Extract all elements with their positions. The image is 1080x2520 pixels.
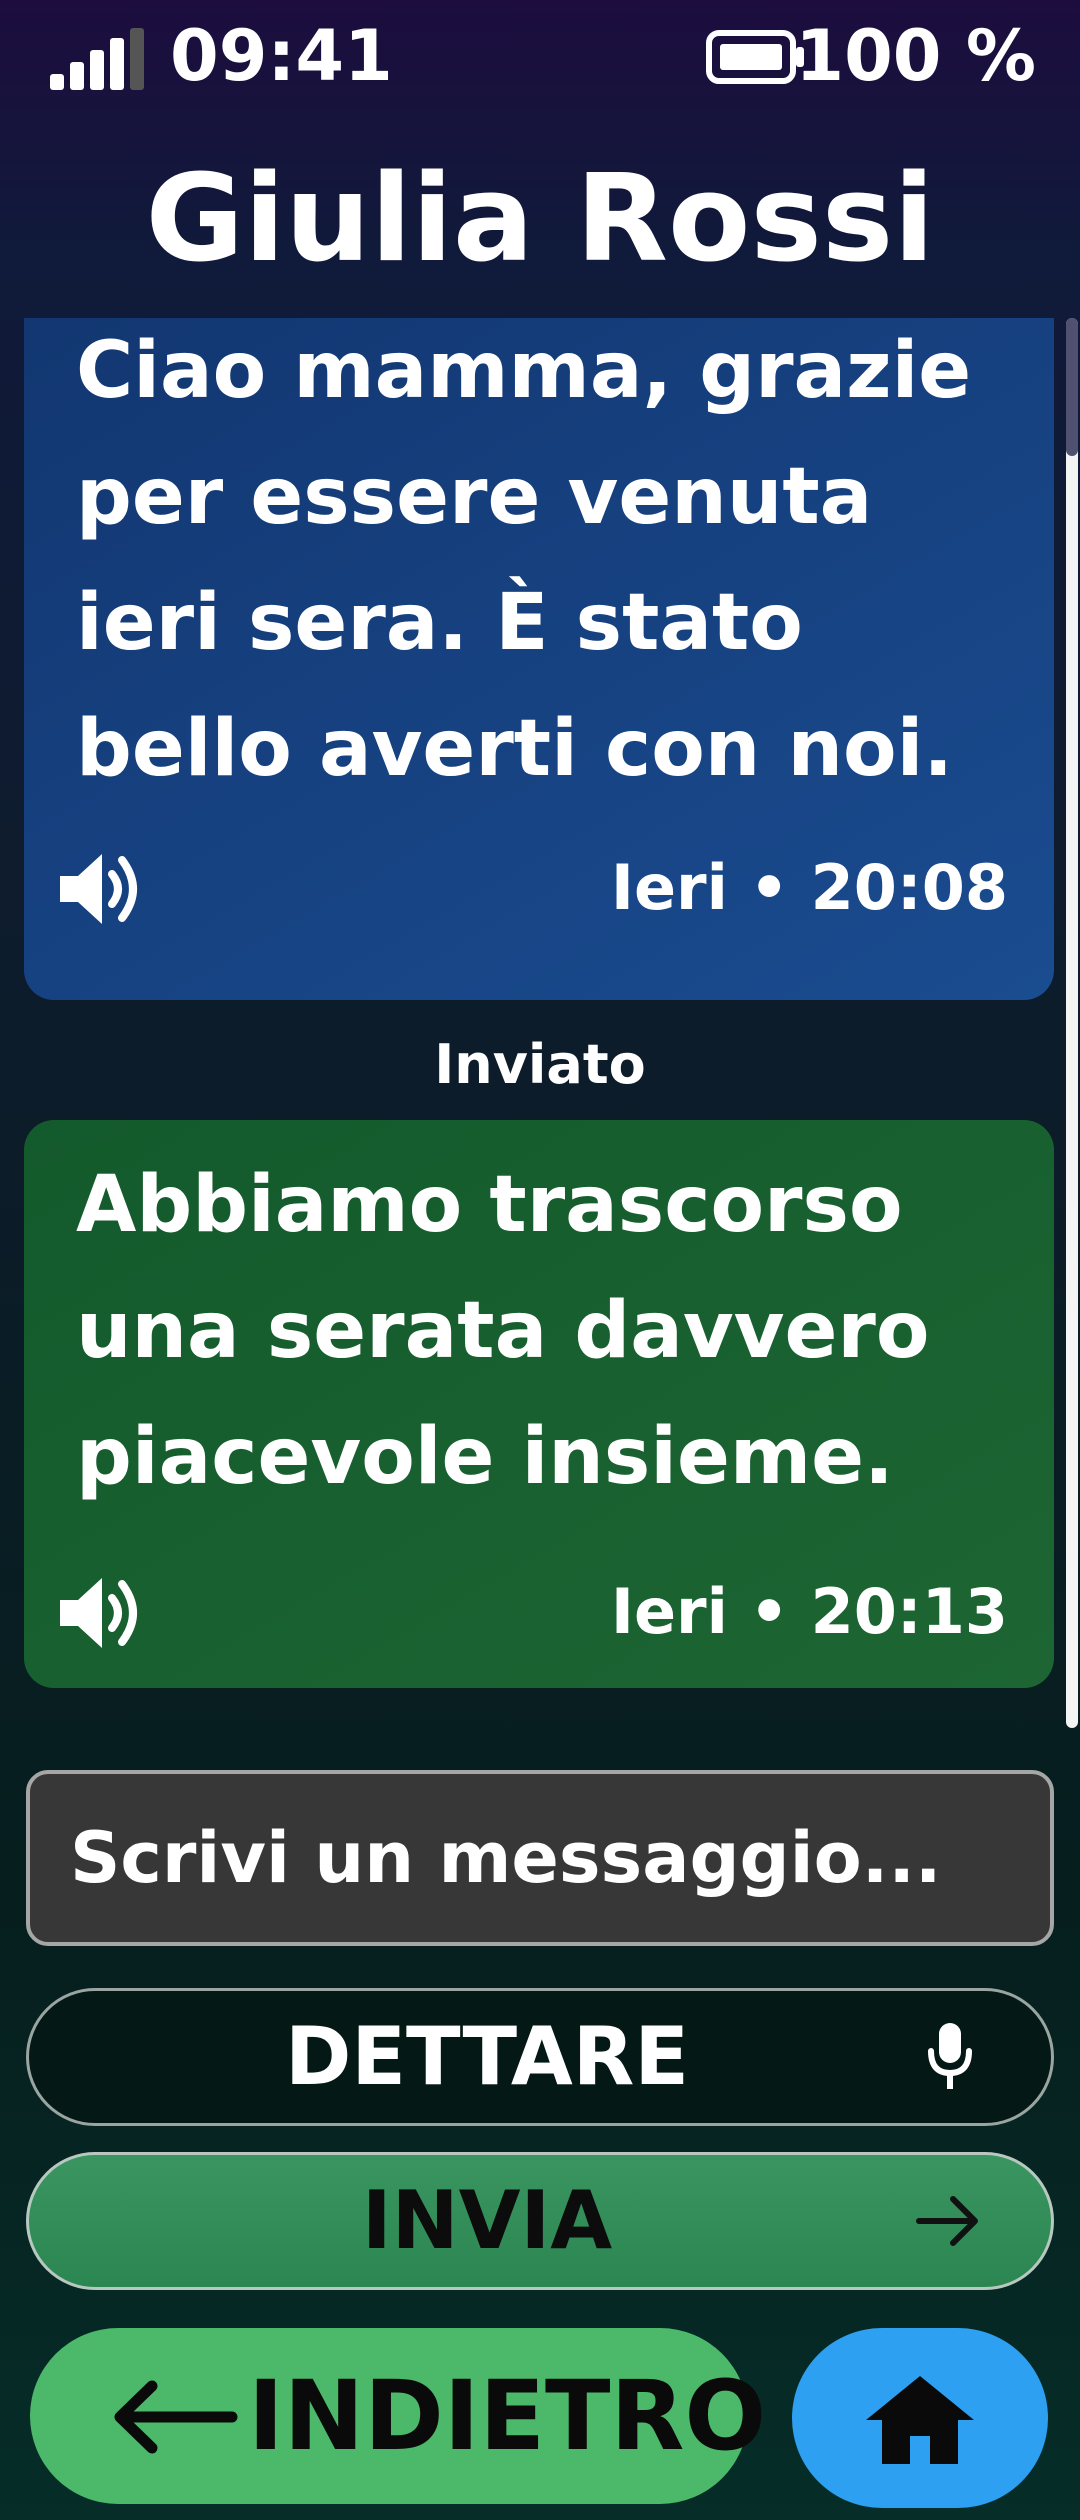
message-bubble-received: Ciao mamma, grazie per essere venuta ier… <box>24 318 1054 1000</box>
message-text: Ciao mamma, grazie per essere venuta ier… <box>76 326 972 794</box>
send-button[interactable]: INVIA <box>26 2152 1054 2290</box>
scrollbar-track[interactable] <box>1066 318 1078 1728</box>
speaker-icon[interactable] <box>56 1570 146 1656</box>
message-input[interactable] <box>26 1770 1054 1946</box>
send-button-label: INVIA <box>361 2174 613 2267</box>
scrollbar-thumb[interactable] <box>1066 318 1078 456</box>
speaker-icon[interactable] <box>56 846 146 932</box>
battery-icon <box>706 30 804 84</box>
back-button[interactable]: INDIETRO <box>30 2328 766 2504</box>
arrow-right-icon <box>916 2196 978 2246</box>
arrow-left-icon <box>114 2380 238 2454</box>
message-bubble-sent: Abbiamo trascorso una serata davvero pia… <box>24 1120 1054 1688</box>
message-text: Abbiamo trascorso una serata davvero pia… <box>76 1160 930 1502</box>
message-timestamp: Ieri • 20:13 <box>610 1575 1008 1648</box>
status-time: 09:41 <box>170 15 393 97</box>
status-bar: 09:41 100 % <box>0 0 1080 110</box>
battery-percentage: 100 % <box>795 15 1036 97</box>
dictate-button[interactable]: DETTARE <box>26 1988 1054 2126</box>
message-list[interactable]: Ciao mamma, grazie per essere venuta ier… <box>0 318 1080 1730</box>
microphone-icon <box>928 2023 972 2089</box>
page-title: Giulia Rossi <box>145 150 935 289</box>
home-icon <box>866 2376 974 2464</box>
back-button-label: INDIETRO <box>248 2360 767 2472</box>
message-status: Inviato <box>434 1033 646 1096</box>
home-button[interactable] <box>792 2328 1048 2508</box>
message-timestamp: Ieri • 20:08 <box>610 851 1008 924</box>
dictate-button-label: DETTARE <box>285 2010 689 2103</box>
signal-bars-icon <box>50 28 144 90</box>
